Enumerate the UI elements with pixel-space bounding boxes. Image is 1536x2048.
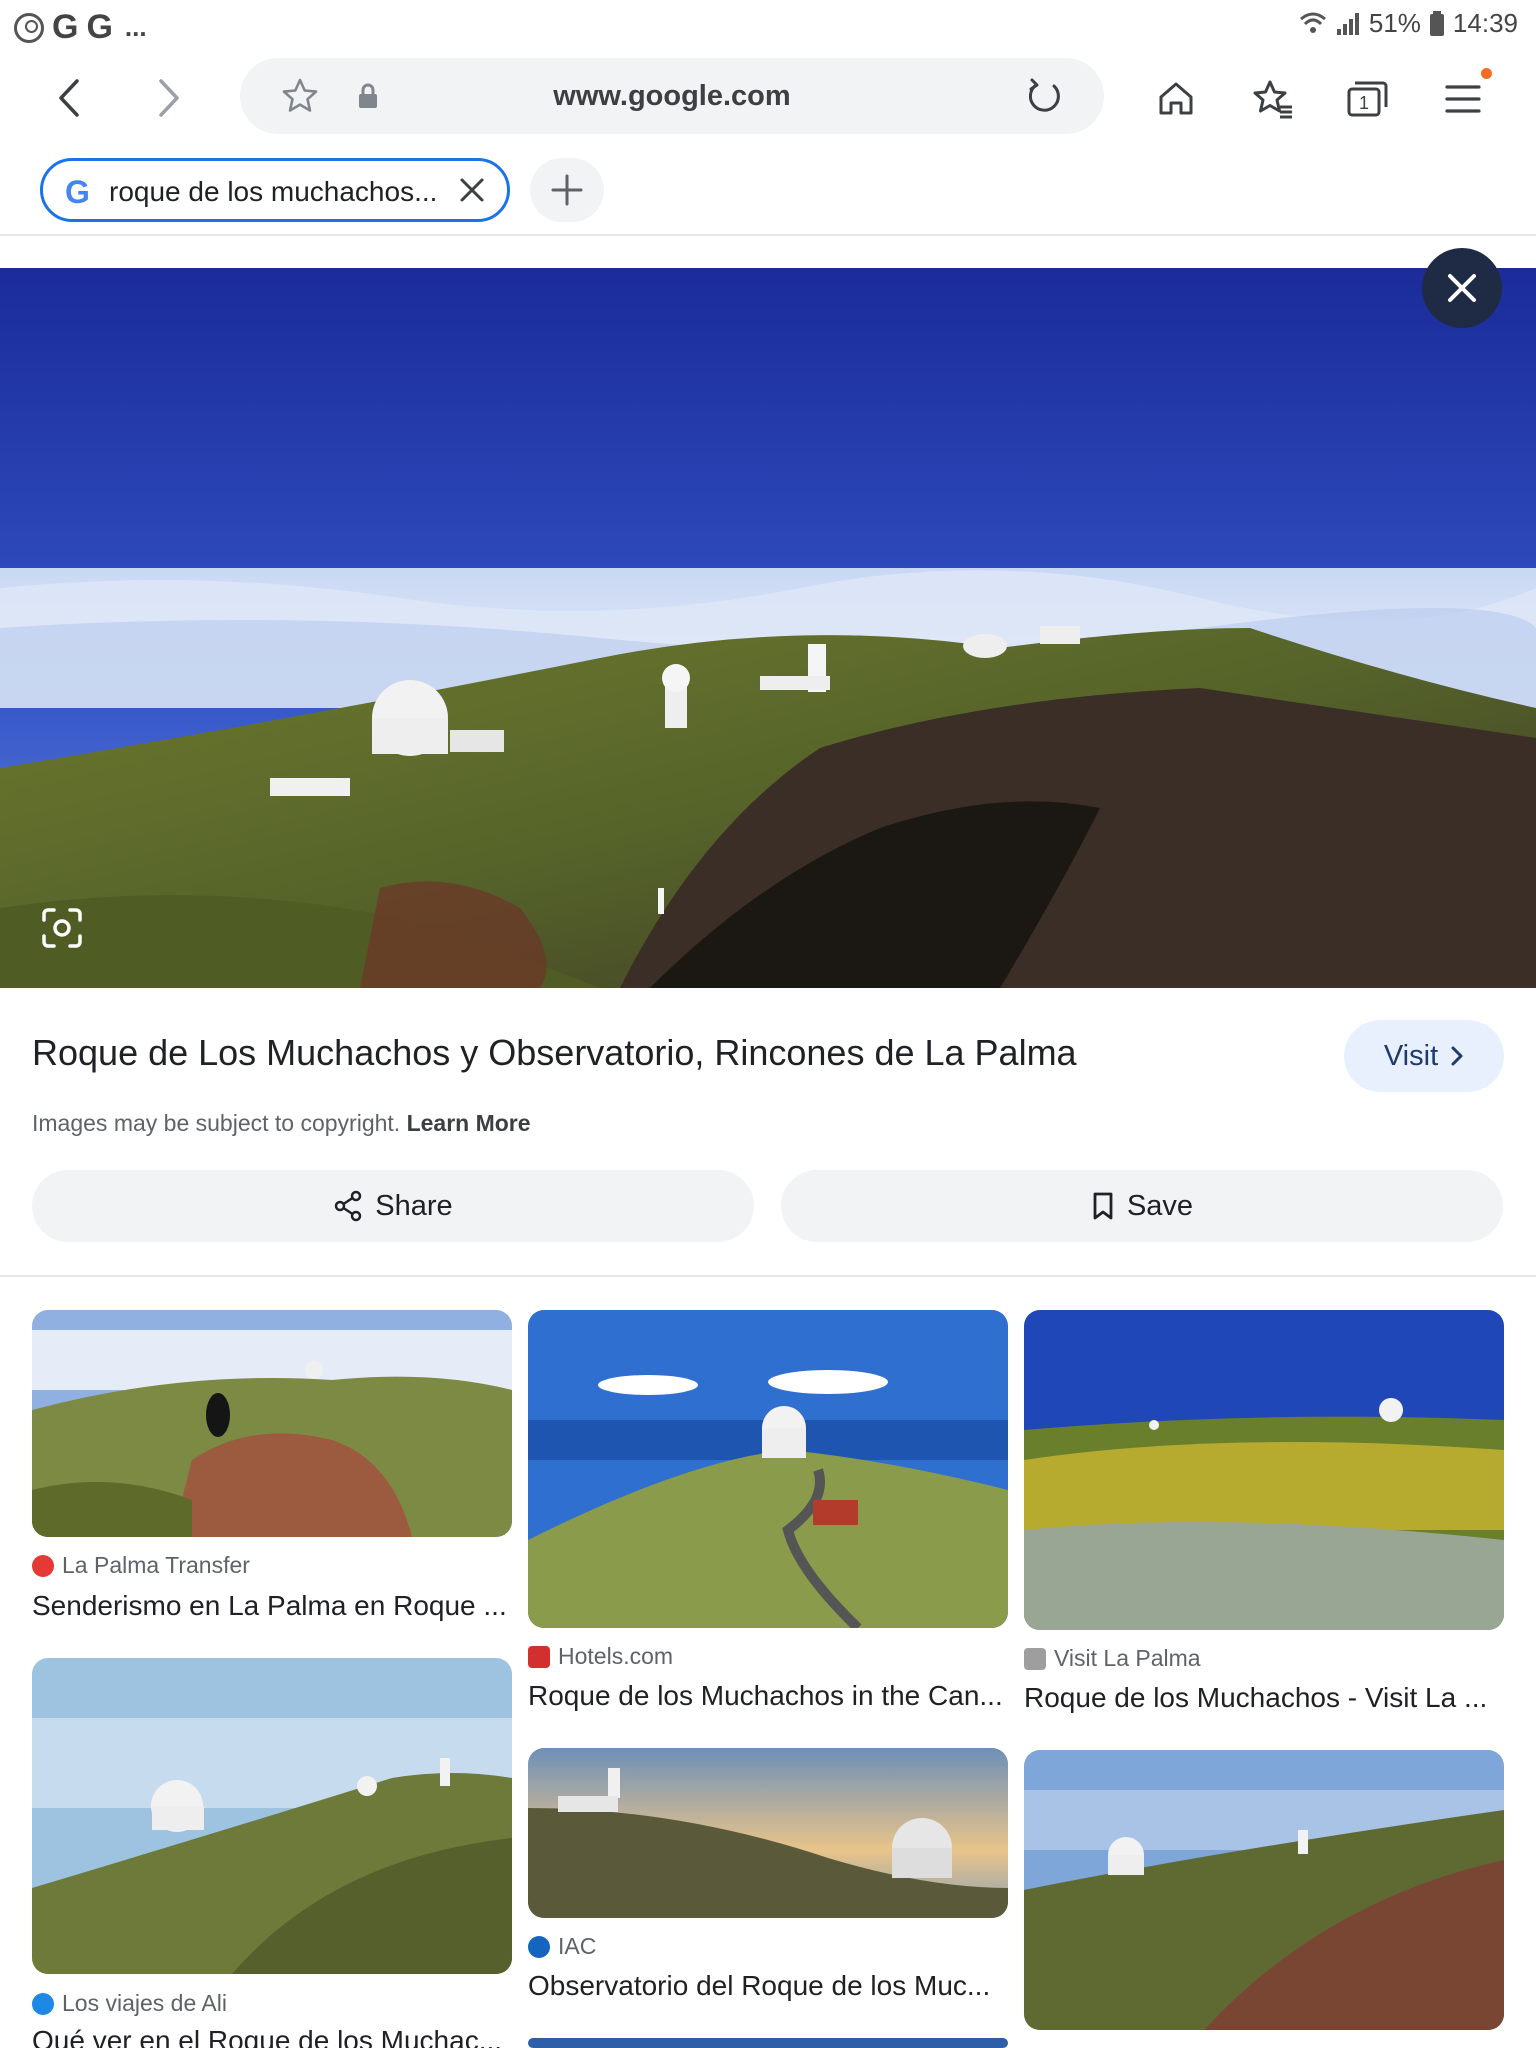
result-source[interactable]: La Palma Transfer bbox=[32, 1552, 250, 1579]
close-tab-button[interactable] bbox=[457, 175, 487, 205]
result-image[interactable] bbox=[1024, 1750, 1504, 2030]
favicon-icon bbox=[528, 1645, 550, 1668]
close-icon bbox=[1448, 274, 1476, 302]
source-name: Visit La Palma bbox=[1054, 1645, 1201, 1671]
battery-icon bbox=[1429, 10, 1444, 36]
ridge-observatory-photo bbox=[1024, 1750, 1504, 2030]
result-title[interactable]: Senderismo en La Palma en Roque ... bbox=[32, 1590, 512, 1622]
observatory-photo bbox=[0, 268, 1536, 988]
favicon-icon bbox=[528, 1935, 550, 1958]
bookmarks-button[interactable] bbox=[1247, 74, 1297, 124]
result-image[interactable] bbox=[528, 1310, 1008, 1628]
preview-image[interactable] bbox=[0, 268, 1536, 988]
menu-button[interactable] bbox=[1438, 68, 1492, 124]
favicon-icon bbox=[32, 1992, 54, 2015]
visit-button[interactable]: Visit bbox=[1344, 1020, 1504, 1092]
source-name: IAC bbox=[558, 1933, 597, 1959]
observatory-road-photo bbox=[528, 1310, 1008, 1628]
close-icon bbox=[460, 178, 484, 202]
browser-toolbar: www.google.com 1 bbox=[0, 52, 1536, 144]
raven-photo bbox=[32, 1310, 512, 1537]
share-button[interactable]: Share bbox=[32, 1170, 754, 1242]
reload-button[interactable] bbox=[1024, 76, 1064, 116]
favicon-icon bbox=[32, 1554, 54, 1577]
source-name: Los viajes de Ali bbox=[62, 1990, 227, 2016]
wifi-icon bbox=[1299, 12, 1326, 33]
google-lens-button[interactable] bbox=[30, 896, 94, 960]
tabs-icon: 1 bbox=[1347, 81, 1388, 117]
chevron-right-icon bbox=[159, 79, 179, 117]
tabs-button[interactable]: 1 bbox=[1342, 74, 1392, 124]
source-name: La Palma Transfer bbox=[62, 1552, 250, 1578]
save-button[interactable]: Save bbox=[781, 1170, 1503, 1242]
tab-title: roque de los muchachos... bbox=[109, 176, 438, 207]
learn-more-link[interactable]: Learn More bbox=[407, 1110, 531, 1136]
result-title[interactable]: Roque de los Muchachos in the Can... bbox=[528, 1680, 1008, 1712]
lens-icon bbox=[42, 908, 82, 948]
forward-button[interactable] bbox=[142, 72, 194, 124]
notification-dot bbox=[1481, 68, 1492, 79]
account-icon bbox=[14, 12, 44, 43]
notification-g-icon: G bbox=[52, 8, 79, 46]
save-label: Save bbox=[1126, 1189, 1194, 1222]
new-tab-button[interactable] bbox=[530, 158, 604, 222]
close-preview-button[interactable] bbox=[1422, 248, 1502, 328]
plus-icon bbox=[551, 174, 583, 206]
chevron-right-icon bbox=[1451, 1046, 1463, 1066]
sunset-observatory-photo bbox=[528, 1748, 1008, 1918]
bookmark-icon bbox=[1093, 1192, 1113, 1220]
source-name: Hotels.com bbox=[558, 1643, 674, 1669]
result-source[interactable]: IAC bbox=[528, 1933, 596, 1960]
home-icon bbox=[1159, 82, 1193, 115]
result-title[interactable]: Observatorio del Roque de los Muc... bbox=[528, 1970, 1008, 2002]
result-source[interactable]: Los viajes de Ali bbox=[32, 1990, 227, 2017]
result-image[interactable] bbox=[528, 1748, 1008, 1918]
result-title[interactable]: Roque de los Muchachos - Visit La ... bbox=[1024, 1682, 1504, 1714]
chevron-left-icon bbox=[59, 79, 79, 117]
observatory-photo bbox=[32, 1658, 512, 1974]
image-title: Roque de Los Muchachos y Observatorio, R… bbox=[32, 1032, 1077, 1073]
clock: 14:39 bbox=[1452, 8, 1518, 38]
result-image[interactable] bbox=[32, 1310, 512, 1537]
copyright-notice: Images may be subject to copyright. Lear… bbox=[32, 1110, 531, 1137]
signal-icon bbox=[1336, 12, 1359, 35]
tab-google-search[interactable]: G roque de los muchachos... bbox=[40, 158, 510, 222]
more-notifications: ... bbox=[124, 12, 147, 42]
menu-icon bbox=[1445, 85, 1481, 113]
share-label: Share bbox=[375, 1189, 453, 1222]
share-icon bbox=[335, 1190, 362, 1222]
result-image[interactable] bbox=[32, 1658, 512, 1974]
flowers-observatory-photo bbox=[1024, 1310, 1504, 1630]
divider bbox=[0, 1275, 1536, 1277]
tab-strip: G roque de los muchachos... bbox=[0, 150, 1536, 236]
result-source[interactable]: Visit La Palma bbox=[1024, 1645, 1201, 1672]
google-g-icon: G bbox=[65, 174, 90, 210]
favicon-icon bbox=[1024, 1647, 1046, 1670]
back-button[interactable] bbox=[44, 72, 96, 124]
reload-icon bbox=[1028, 78, 1060, 112]
result-image[interactable] bbox=[528, 2038, 1008, 2048]
result-source[interactable]: Hotels.com bbox=[528, 1643, 673, 1670]
visit-label: Visit bbox=[1383, 1039, 1439, 1072]
address-bar[interactable]: www.google.com bbox=[240, 58, 1104, 134]
bookmarks-icon bbox=[1253, 80, 1292, 119]
notification-g-icon: G bbox=[86, 8, 113, 46]
result-title[interactable]: Qué ver en el Roque de los Muchac... bbox=[32, 2025, 512, 2048]
url-text[interactable]: www.google.com bbox=[240, 80, 1104, 113]
home-button[interactable] bbox=[1151, 74, 1201, 124]
status-bar: G G ... 51% 14:39 bbox=[0, 0, 1536, 48]
battery-percent: 51% bbox=[1368, 8, 1421, 38]
copyright-text: Images may be subject to copyright. bbox=[32, 1110, 401, 1136]
tab-count: 1 bbox=[1359, 93, 1369, 113]
result-image[interactable] bbox=[1024, 1310, 1504, 1630]
